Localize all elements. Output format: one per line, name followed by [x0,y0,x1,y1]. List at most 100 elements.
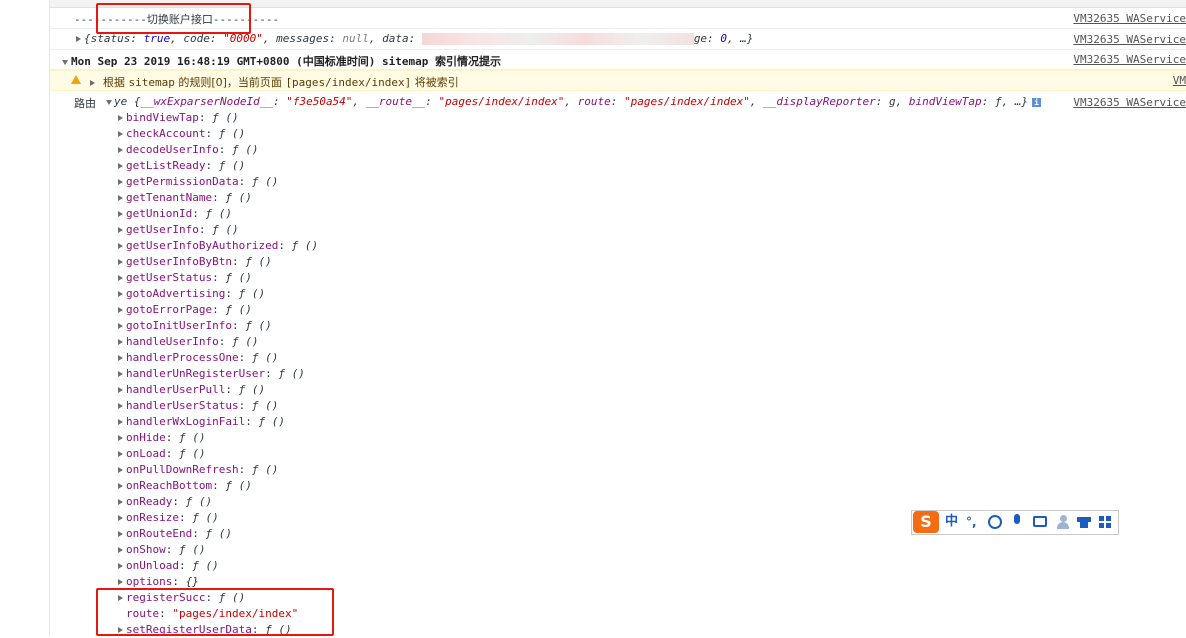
property-value: ƒ () [179,543,206,556]
expand-triangle-icon[interactable] [118,467,123,473]
log-entry-route-object[interactable]: 路由 ye {__wxExparserNodeId__: "f3e50a54",… [50,92,1186,110]
grid-icon[interactable] [1099,516,1112,529]
sogou-logo-icon[interactable]: S [913,511,939,533]
property-row[interactable]: handlerUnRegisterUser: ƒ () [118,366,318,382]
expand-triangle-icon[interactable] [118,291,123,297]
expand-triangle-icon[interactable] [118,243,123,249]
user-icon[interactable] [1057,515,1069,529]
expand-triangle-icon[interactable] [76,36,81,42]
expand-triangle-icon[interactable] [118,179,123,185]
property-row[interactable]: decodeUserInfo: ƒ () [118,142,318,158]
property-key: gotoErrorPage [126,303,213,316]
property-row[interactable]: onReady: ƒ () [118,494,318,510]
property-value: ƒ () [238,287,266,300]
property-row[interactable]: getUserInfoByBtn: ƒ () [118,254,318,270]
property-row[interactable]: onHide: ƒ () [118,430,318,446]
expand-triangle-icon[interactable] [118,307,123,313]
property-key: onUnload [126,559,179,572]
property-value: ƒ () [225,303,252,316]
expand-triangle-icon[interactable] [118,339,123,345]
expand-triangle-icon[interactable] [118,211,123,217]
property-row[interactable]: onShow: ƒ () [118,542,318,558]
expand-triangle-icon[interactable] [118,547,123,553]
property-row[interactable]: getUserInfo: ƒ () [118,222,318,238]
property-value: ƒ () [245,319,272,332]
expand-triangle-icon[interactable] [118,403,123,409]
source-link[interactable]: VM32635 WAService [1073,33,1186,46]
property-row[interactable]: onRouteEnd: ƒ () [118,526,318,542]
property-key: gotoAdvertising [126,287,226,300]
expand-triangle-icon[interactable] [118,323,123,329]
expand-triangle-icon[interactable] [118,195,123,201]
warning-sitemap-index[interactable]: 根据 sitemap 的规则[0]，当前页面 [pages/index/inde… [50,70,1186,91]
property-row[interactable]: onReachBottom: ƒ () [118,478,318,494]
warning-icon [71,75,81,84]
expand-triangle-icon[interactable] [118,131,123,137]
expand-triangle-icon[interactable] [118,435,123,441]
collapse-triangle-icon[interactable] [106,99,112,105]
expand-triangle-icon[interactable] [118,515,123,521]
ime-lang-toggle[interactable]: 中 [945,514,958,530]
expand-triangle-icon[interactable] [118,163,123,169]
source-link[interactable]: VM32635 WAService [1073,96,1186,109]
collapse-triangle-icon[interactable] [62,59,68,65]
property-row[interactable]: handlerWxLoginFail: ƒ () [118,414,318,430]
expand-triangle-icon[interactable] [118,371,123,377]
property-value: ƒ () [278,367,305,380]
property-value: ƒ () [231,335,259,348]
keyboard-icon[interactable] [1033,516,1047,527]
property-value: ƒ () [251,399,279,412]
property-row[interactable]: checkAccount: ƒ () [118,126,318,142]
expand-triangle-icon[interactable] [118,563,123,569]
expand-triangle-icon[interactable] [118,531,123,537]
expand-triangle-icon[interactable] [118,499,123,505]
property-key: getUserInfoByBtn [126,255,232,268]
property-row[interactable]: gotoErrorPage: ƒ () [118,302,318,318]
smiley-icon[interactable] [988,515,1002,529]
source-link[interactable]: VM32635 WAService [1073,53,1186,66]
property-row[interactable]: getUserInfoByAuthorized: ƒ () [118,238,318,254]
expand-triangle-icon[interactable] [118,387,123,393]
expand-triangle-icon[interactable] [118,579,123,585]
property-row[interactable]: getTenantName: ƒ () [118,190,318,206]
property-row[interactable]: getUnionId: ƒ () [118,206,318,222]
property-value: ƒ () [185,495,213,508]
property-row[interactable]: handlerUserStatus: ƒ () [118,398,318,414]
property-row[interactable]: onUnload: ƒ () [118,558,318,574]
ime-toolbar[interactable]: S 中 °, [911,510,1119,535]
property-row[interactable]: handlerUserPull: ƒ () [118,382,318,398]
mic-icon[interactable] [1014,514,1020,524]
info-icon[interactable]: i [1032,97,1042,107]
expand-triangle-icon[interactable] [118,147,123,153]
property-row[interactable]: onPullDownRefresh: ƒ () [118,462,318,478]
property-value: ƒ () [212,111,239,124]
console-panel: -----------切换账户接口---------- VM32635 WASe… [50,0,1186,636]
expand-triangle-icon[interactable] [118,419,123,425]
property-row[interactable]: bindViewTap: ƒ () [118,110,318,126]
expand-triangle-icon[interactable] [118,355,123,361]
property-value: ƒ () [291,239,319,252]
property-row[interactable]: getListReady: ƒ () [118,158,318,174]
source-link[interactable]: VM32635 WAService [1073,12,1186,25]
expand-triangle-icon[interactable] [118,275,123,281]
property-row[interactable]: onLoad: ƒ () [118,446,318,462]
property-row[interactable]: gotoInitUserInfo: ƒ () [118,318,318,334]
source-link[interactable]: VM [1173,74,1186,87]
ime-punct-toggle[interactable]: °, [966,514,977,530]
property-key: gotoInitUserInfo [126,319,232,332]
expand-triangle-icon[interactable] [118,259,123,265]
log-group-sitemap[interactable]: Mon Sep 23 2019 16:48:19 GMT+0800 (中国标准时… [50,50,1186,70]
expand-triangle-icon[interactable] [118,483,123,489]
property-row[interactable]: handlerProcessOne: ƒ () [118,350,318,366]
property-row[interactable]: onResize: ƒ () [118,510,318,526]
shirt-icon[interactable] [1077,515,1091,529]
property-row[interactable]: getPermissionData: ƒ () [118,174,318,190]
expand-triangle-icon[interactable] [118,227,123,233]
property-row[interactable]: gotoAdvertising: ƒ () [118,286,318,302]
property-row[interactable]: handleUserInfo: ƒ () [118,334,318,350]
expand-triangle-icon[interactable] [90,80,95,86]
property-value: ƒ () [251,175,279,188]
expand-triangle-icon[interactable] [118,115,123,121]
property-row[interactable]: getUserStatus: ƒ () [118,270,318,286]
expand-triangle-icon[interactable] [118,451,123,457]
